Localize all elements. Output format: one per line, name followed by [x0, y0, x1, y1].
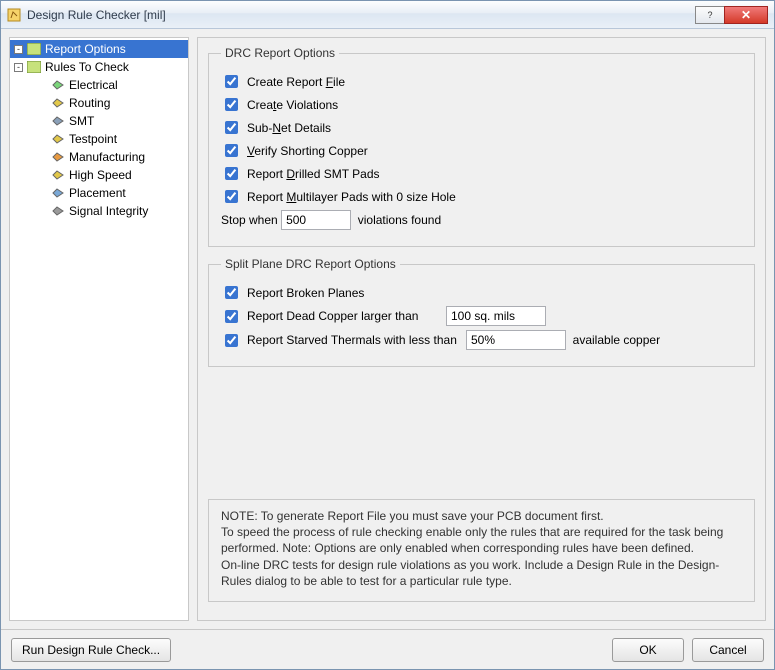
- tree-rules-to-check[interactable]: - Rules To Check: [10, 58, 188, 76]
- group-legend: Split Plane DRC Report Options: [221, 257, 400, 271]
- category-icon: [51, 79, 65, 91]
- drc-check-5[interactable]: Report Multilayer Pads with 0 size Hole: [221, 187, 456, 206]
- group-legend: DRC Report Options: [221, 46, 339, 60]
- report-broken-planes-checkbox[interactable]: Report Broken Planes: [221, 283, 364, 302]
- footer: Run Design Rule Check... OK Cancel: [1, 629, 774, 669]
- drc-check-2[interactable]: Sub-Net Details: [221, 118, 331, 137]
- sidebar-tree[interactable]: - Report Options - Rules To Check Electr…: [9, 37, 189, 621]
- help-button[interactable]: ?: [695, 6, 725, 24]
- tree-item-manufacturing[interactable]: Manufacturing: [10, 148, 188, 166]
- tree-label: Report Options: [45, 42, 126, 56]
- tree-label: Placement: [69, 186, 126, 200]
- drc-check-4[interactable]: Report Drilled SMT Pads: [221, 164, 380, 183]
- app-icon: [7, 8, 21, 22]
- tree-report-options[interactable]: - Report Options: [10, 40, 188, 58]
- tree-label: SMT: [69, 114, 94, 128]
- content-panel: DRC Report Options Create Report File Cre…: [197, 37, 766, 621]
- stop-when-input[interactable]: [281, 210, 351, 230]
- cancel-button[interactable]: Cancel: [692, 638, 764, 662]
- split-plane-group: Split Plane DRC Report Options Report Br…: [208, 257, 755, 367]
- starved-suffix: available copper: [573, 333, 660, 347]
- category-icon: [51, 205, 65, 217]
- tree-item-signal-integrity[interactable]: Signal Integrity: [10, 202, 188, 220]
- category-icon: [51, 97, 65, 109]
- tree-label: Routing: [69, 96, 110, 110]
- titlebar: Design Rule Checker [mil] ? ✕: [1, 1, 774, 29]
- dead-copper-input[interactable]: [446, 306, 546, 326]
- tree-item-electrical[interactable]: Electrical: [10, 76, 188, 94]
- ok-button[interactable]: OK: [612, 638, 684, 662]
- report-starved-thermals-checkbox[interactable]: Report Starved Thermals with less than: [221, 331, 466, 350]
- drc-window: Design Rule Checker [mil] ? ✕ - Report O…: [0, 0, 775, 670]
- note-group: NOTE: To generate Report File you must s…: [208, 499, 755, 602]
- report-dead-copper-checkbox[interactable]: Report Dead Copper larger than: [221, 307, 446, 326]
- report-icon: [27, 43, 41, 55]
- category-icon: [51, 115, 65, 127]
- drc-check-3[interactable]: Verify Shorting Copper: [221, 141, 368, 160]
- drc-check-0[interactable]: Create Report File: [221, 72, 345, 91]
- tree-label: Testpoint: [69, 132, 117, 146]
- tree-item-testpoint[interactable]: Testpoint: [10, 130, 188, 148]
- tree-item-placement[interactable]: Placement: [10, 184, 188, 202]
- collapse-icon[interactable]: -: [14, 45, 23, 54]
- window-title: Design Rule Checker [mil]: [27, 8, 166, 22]
- tree-item-routing[interactable]: Routing: [10, 94, 188, 112]
- drc-report-options-group: DRC Report Options Create Report File Cre…: [208, 46, 755, 247]
- tree-label: Manufacturing: [69, 150, 145, 164]
- note-text: NOTE: To generate Report File you must s…: [221, 508, 742, 589]
- tree-label: Electrical: [69, 78, 118, 92]
- tree-item-smt[interactable]: SMT: [10, 112, 188, 130]
- tree-item-high-speed[interactable]: High Speed: [10, 166, 188, 184]
- category-icon: [51, 169, 65, 181]
- rules-icon: [27, 61, 41, 73]
- close-button[interactable]: ✕: [724, 6, 768, 24]
- category-icon: [51, 133, 65, 145]
- stop-when-suffix: violations found: [358, 213, 441, 227]
- tree-label: Signal Integrity: [69, 204, 148, 218]
- drc-check-1[interactable]: Create Violations: [221, 95, 338, 114]
- stop-when-row: Stop when violations found: [221, 210, 742, 230]
- category-icon: [51, 151, 65, 163]
- stop-when-label: Stop when: [221, 213, 278, 227]
- starved-thermals-input[interactable]: [466, 330, 566, 350]
- collapse-icon[interactable]: -: [14, 63, 23, 72]
- tree-label: High Speed: [69, 168, 132, 182]
- category-icon: [51, 187, 65, 199]
- tree-label: Rules To Check: [45, 60, 129, 74]
- run-drc-button[interactable]: Run Design Rule Check...: [11, 638, 171, 662]
